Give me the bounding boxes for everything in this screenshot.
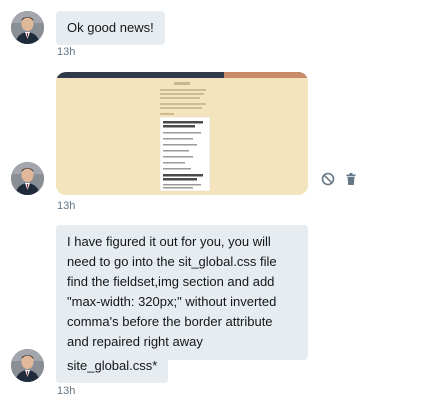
- message-bubble: I have figured it out for you, you will …: [56, 225, 308, 360]
- message-text: site_global.css*: [67, 358, 158, 373]
- avatar[interactable]: [11, 349, 44, 382]
- message-timestamp: 13h: [57, 385, 76, 397]
- message-text: Ok good news!: [67, 20, 154, 35]
- message-bubble: site_global.css*: [56, 349, 169, 383]
- trash-icon[interactable]: [344, 172, 358, 186]
- block-icon[interactable]: [321, 172, 335, 186]
- avatar[interactable]: [11, 162, 44, 195]
- message-text: I have figured it out for you, you will …: [67, 234, 277, 349]
- message-timestamp: 13h: [57, 200, 76, 212]
- avatar[interactable]: [11, 11, 44, 44]
- image-attachment[interactable]: [56, 72, 308, 195]
- website-screenshot-thumbnail: [56, 72, 308, 195]
- message-timestamp: 13h: [57, 46, 76, 58]
- message-bubble: Ok good news!: [56, 11, 165, 45]
